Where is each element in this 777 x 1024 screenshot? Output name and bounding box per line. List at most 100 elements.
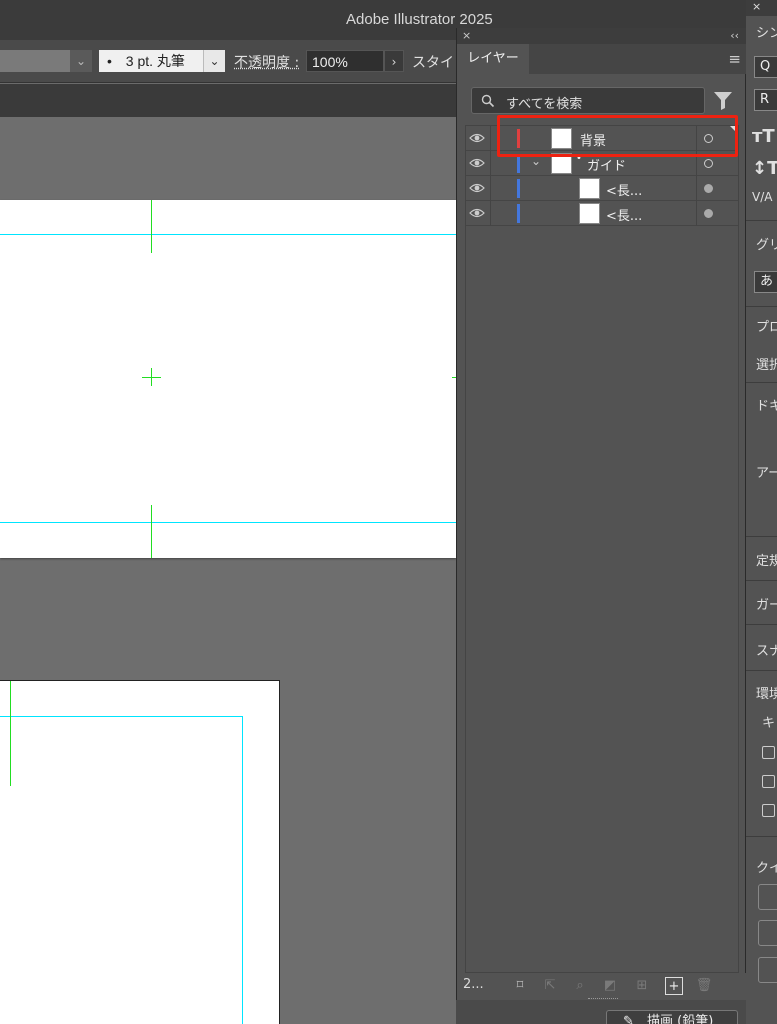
quick-actions-label: クイ [756,861,777,876]
column-divider [490,151,491,176]
layer-list[interactable]: 背景 ⌄ • ガイド <長... <長... [465,125,739,973]
artboard-2[interactable] [0,680,280,1024]
crop-mark-vertical [151,200,152,253]
font-style-field[interactable]: R [754,89,777,111]
guide-horizontal[interactable] [0,234,456,235]
tab-layers[interactable]: レイヤー [457,44,529,74]
brush-select[interactable]: • 3 pt. 丸筆 [99,50,203,72]
leading-icon: ↕T [752,158,777,179]
tab-character[interactable]: シン [756,22,777,41]
column-divider [696,201,697,226]
fill-dropdown-button[interactable]: ⌄ [70,50,92,72]
column-divider [490,176,491,201]
opacity-label[interactable]: 不透明度 : [234,52,299,72]
column-divider [490,201,491,226]
quick-action-button[interactable] [758,957,777,983]
font-style-value: R [760,92,770,107]
opacity-arrow-button[interactable]: › [384,50,404,72]
clipping-mask-icon: ◩ [603,978,617,993]
layer-name[interactable]: ガイド [587,155,626,174]
app-title: Adobe Illustrator 2025 [346,11,493,28]
document-tab-bar [0,84,456,117]
layer-name[interactable]: <長... [606,180,642,199]
center-mark-horizontal [142,377,161,378]
brush-bullet: • [107,53,112,69]
panel-header-strip: × ‹‹ [457,28,747,44]
close-icon[interactable]: × [462,28,471,44]
panel-header-strip: × [746,0,777,16]
layer-row[interactable]: <長... [466,176,738,201]
artboard-label: アー [756,466,777,481]
panel-tab-row: レイヤー ≡ [457,44,747,74]
trash-icon: 🗑 [695,978,713,993]
guide-horizontal[interactable] [0,522,456,523]
font-size-icon: ᴛT [752,126,775,147]
checkbox[interactable] [762,804,775,817]
layer-thumbnail [579,178,600,199]
new-sublayer-icon: ⊞ [636,978,648,993]
eye-icon[interactable] [469,182,485,194]
kerning-icon: V/A [752,190,773,204]
document-label: ドキ [756,399,777,414]
target-circle-icon[interactable] [704,184,713,193]
key-label: キ [762,716,776,731]
export-icon: ⇱ [544,978,556,993]
crop-mark-vertical [151,505,152,558]
close-icon[interactable]: × [752,0,761,13]
char-box[interactable]: あ [754,271,777,293]
right-dock-panel: × シン Q R ᴛT ↕T V/A グリ あ プロ 選択 ドキ アー 定規 ガ… [746,0,777,1024]
search-icon: Q [760,59,771,74]
layer-color-bar [517,179,520,198]
target-circle-icon[interactable] [704,209,713,218]
draw-mode-label: 描画 (鉛筆) [647,1014,714,1024]
divider [746,536,777,537]
guide-vertical[interactable] [242,716,243,1024]
properties-tab[interactable]: プロ [756,316,777,335]
guide-horizontal[interactable] [0,716,243,717]
fill-swatch[interactable] [0,50,70,72]
eye-icon[interactable] [469,157,485,169]
font-search-field[interactable]: Q [754,56,777,78]
guide-label: ガー [756,598,777,613]
eye-icon[interactable] [469,207,485,219]
layer-name[interactable]: <長... [606,205,642,224]
divider [746,382,777,383]
search-icon [481,94,495,108]
divider [746,580,777,581]
collapse-icon[interactable]: ‹‹ [730,28,739,44]
snap-label: スナ [756,644,777,659]
draw-mode-button[interactable]: ✎ 描画 (鉛筆) [606,1010,738,1024]
layer-search-input[interactable]: すべてを検索 [471,87,705,114]
layer-color-bar [517,204,520,223]
column-divider [490,126,491,151]
new-layer-icon[interactable]: + [665,977,683,995]
target-circle-icon[interactable] [704,159,713,168]
divider [746,220,777,221]
divider [746,624,777,625]
quick-action-button[interactable] [758,920,777,946]
layer-row[interactable]: <長... [466,201,738,226]
checkbox[interactable] [762,746,775,759]
brush-dropdown-button[interactable]: ⌄ [203,50,225,72]
quick-action-button[interactable] [758,884,777,910]
grid-label: グリ [756,238,777,253]
panel-menu-icon[interactable]: ≡ [728,50,741,68]
search-placeholder: すべてを検索 [506,97,583,112]
checkbox[interactable] [762,775,775,788]
filter-icon[interactable] [713,89,733,111]
column-divider [696,176,697,201]
artboard-1[interactable] [0,200,456,558]
opacity-input[interactable]: 100% [306,50,384,72]
canvas[interactable] [0,117,456,1024]
char-box-value: あ [760,274,774,289]
ruler-label: 定規 [756,554,777,569]
divider [746,306,777,307]
divider [746,670,777,671]
pencil-icon: ✎ [623,1014,634,1024]
artboard-collect-icon[interactable]: ⌑ [511,977,529,995]
divider [746,836,777,837]
selection-label: 選択 [756,358,777,373]
eye-icon[interactable] [469,132,485,144]
highlight-box [497,115,738,157]
style-label[interactable]: スタイ [412,52,454,72]
